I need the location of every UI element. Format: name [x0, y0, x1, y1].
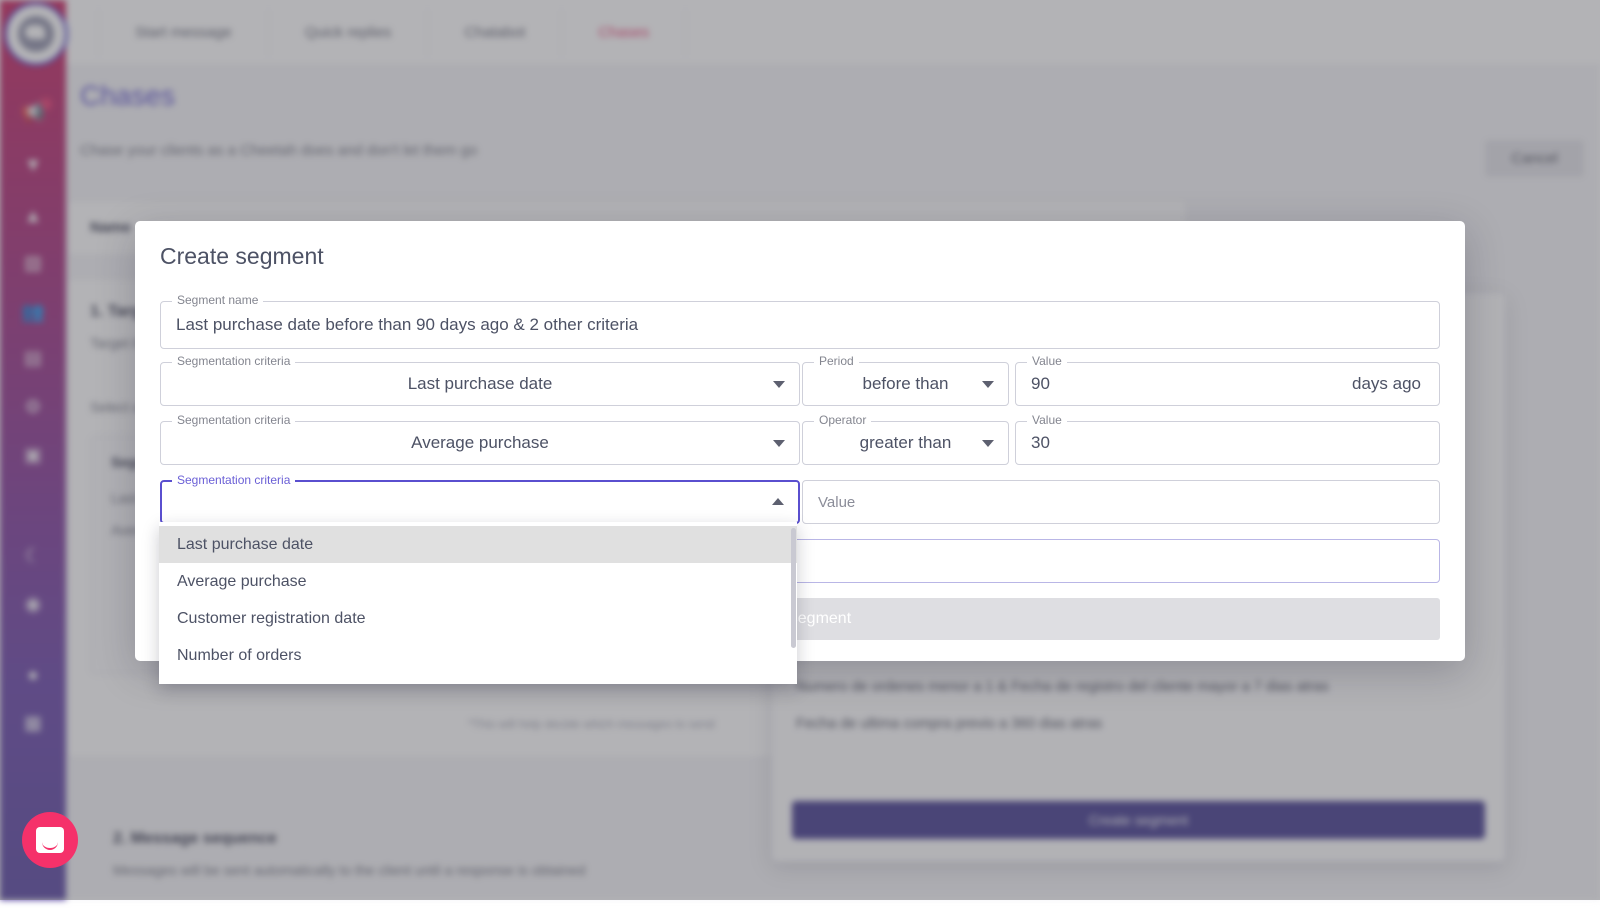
chevron-down-icon[interactable] — [982, 440, 994, 447]
criteria-select-row-1[interactable]: Segmentation criteria Last purchase date — [160, 362, 800, 406]
criteria-dropdown-menu[interactable]: Last purchase date Average purchase Cust… — [159, 522, 797, 684]
chevron-down-icon[interactable] — [773, 440, 785, 447]
intercom-launcher-button[interactable] — [22, 812, 78, 868]
operator-select-row-2[interactable]: Operator greater than — [802, 421, 1009, 465]
value-placeholder: Value — [818, 481, 855, 523]
criteria-select-row-3[interactable]: Segmentation criteria — [160, 480, 800, 524]
period-select-row-1[interactable]: Period before than — [802, 362, 1009, 406]
segment-name-field[interactable]: Segment name Last purchase date before t… — [160, 301, 1440, 349]
value-input-row-3[interactable]: Value — [802, 480, 1440, 524]
chevron-up-icon[interactable] — [772, 498, 784, 505]
value-input-row-1[interactable]: Value 90 days ago — [1015, 362, 1440, 406]
period-value: before than — [803, 363, 1008, 405]
criteria-select-row-2[interactable]: Segmentation criteria Average purchase — [160, 421, 800, 465]
value-input-row-2[interactable]: Value 30 — [1015, 421, 1440, 465]
criteria-value: Average purchase — [161, 422, 799, 464]
value-text: 30 — [1031, 422, 1050, 464]
dropdown-option[interactable]: Customer registration date — [159, 600, 797, 637]
value-text: 90 — [1031, 363, 1050, 405]
value-suffix: days ago — [1352, 363, 1421, 405]
criteria-value: Last purchase date — [161, 363, 799, 405]
dropdown-scrollbar[interactable] — [791, 528, 796, 648]
intercom-chat-icon — [36, 827, 64, 853]
dropdown-option[interactable]: Number of orders — [159, 637, 797, 674]
chevron-down-icon[interactable] — [982, 381, 994, 388]
dropdown-option[interactable]: Last purchase date — [159, 526, 797, 563]
modal-title: Create segment — [160, 243, 324, 270]
chevron-down-icon[interactable] — [773, 381, 785, 388]
dropdown-option[interactable]: Average purchase — [159, 563, 797, 600]
segment-name-value: Last purchase date before than 90 days a… — [176, 302, 638, 348]
criteria-value — [162, 482, 798, 522]
operator-value: greater than — [803, 422, 1008, 464]
